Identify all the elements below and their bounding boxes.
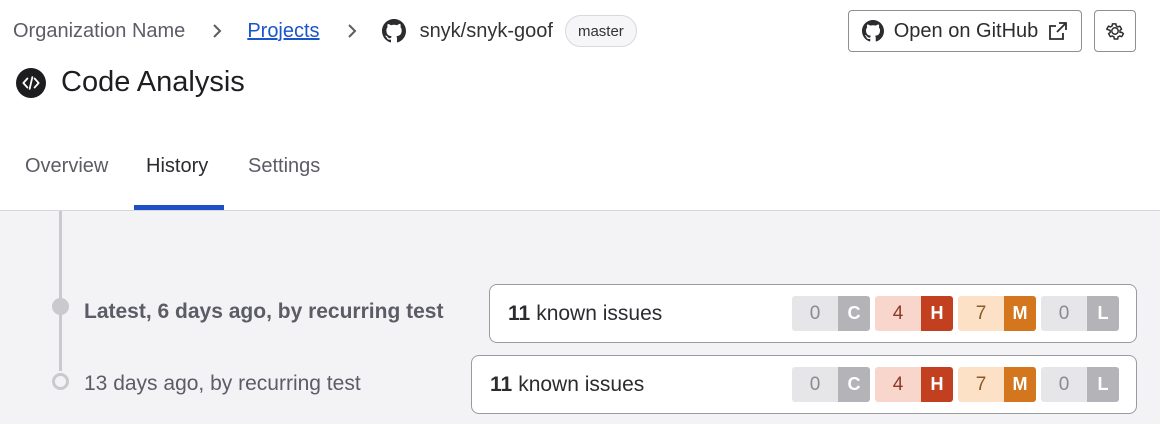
high-count: 4: [875, 367, 921, 402]
severity-critical: 0 C: [792, 367, 870, 402]
critical-count: 0: [792, 367, 838, 402]
repo-name[interactable]: snyk/snyk-goof: [420, 20, 553, 43]
high-letter: H: [921, 367, 953, 402]
history-entry-label: Latest, 6 days ago, by recurring test: [84, 300, 444, 323]
high-count: 4: [875, 296, 921, 331]
breadcrumb-org[interactable]: Organization Name: [13, 20, 185, 43]
severity-low: 0 L: [1041, 367, 1119, 402]
breadcrumb: Organization Name Projects snyk/snyk-goo…: [13, 14, 637, 48]
open-on-github-button[interactable]: Open on GitHub: [848, 10, 1082, 52]
github-icon: [861, 20, 884, 42]
issues-label: known issues: [536, 301, 663, 325]
timeline-dot-older: [52, 373, 69, 390]
critical-letter: C: [838, 367, 870, 402]
medium-count: 7: [958, 367, 1004, 402]
issues-count: 11: [508, 301, 531, 325]
timeline-dot-latest: [52, 298, 69, 315]
active-tab-indicator: [134, 205, 224, 210]
tab-settings[interactable]: Settings: [248, 146, 320, 210]
history-entry-label: 13 days ago, by recurring test: [84, 372, 361, 395]
tab-bar: Overview History Settings: [0, 146, 1160, 211]
gear-icon: [1104, 20, 1126, 42]
external-link-icon: [1048, 21, 1068, 41]
high-letter: H: [921, 296, 953, 331]
tab-overview[interactable]: Overview: [25, 146, 108, 210]
tab-history[interactable]: History: [146, 146, 208, 210]
settings-button[interactable]: [1094, 10, 1136, 52]
open-on-github-label: Open on GitHub: [893, 19, 1039, 42]
severity-high: 4 H: [875, 296, 953, 331]
medium-letter: M: [1004, 296, 1036, 331]
severity-high: 4 H: [875, 367, 953, 402]
issues-label: known issues: [518, 372, 645, 396]
issues-count: 11: [490, 372, 513, 396]
breadcrumb-projects-link[interactable]: Projects: [247, 20, 319, 43]
severity-low: 0 L: [1041, 296, 1119, 331]
history-panel: Latest, 6 days ago, by recurring test 13…: [0, 211, 1160, 424]
issues-summary: 11 known issues: [472, 373, 792, 397]
severity-badges: 0 C 4 H 7 M 0 L: [792, 296, 1119, 331]
issues-summary-card[interactable]: 11 known issues 0 C 4 H 7 M 0 L: [471, 355, 1137, 414]
severity-medium: 7 M: [958, 296, 1036, 331]
severity-badges: 0 C 4 H 7 M 0 L: [792, 367, 1119, 402]
medium-letter: M: [1004, 367, 1036, 402]
page-header: Code Analysis: [16, 66, 245, 99]
severity-medium: 7 M: [958, 367, 1036, 402]
chevron-right-icon: [344, 24, 360, 38]
low-letter: L: [1087, 296, 1119, 331]
low-count: 0: [1041, 367, 1087, 402]
code-icon: [16, 67, 46, 98]
branch-badge: master: [564, 15, 637, 47]
low-count: 0: [1041, 296, 1087, 331]
low-letter: L: [1087, 367, 1119, 402]
github-icon: [381, 19, 406, 43]
page-title: Code Analysis: [61, 66, 245, 98]
issues-summary: 11 known issues: [490, 302, 792, 326]
severity-critical: 0 C: [792, 296, 870, 331]
timeline-line: [59, 211, 62, 371]
issues-summary-card[interactable]: 11 known issues 0 C 4 H 7 M 0 L: [489, 284, 1137, 343]
chevron-right-icon: [209, 24, 225, 38]
critical-count: 0: [792, 296, 838, 331]
critical-letter: C: [838, 296, 870, 331]
medium-count: 7: [958, 296, 1004, 331]
